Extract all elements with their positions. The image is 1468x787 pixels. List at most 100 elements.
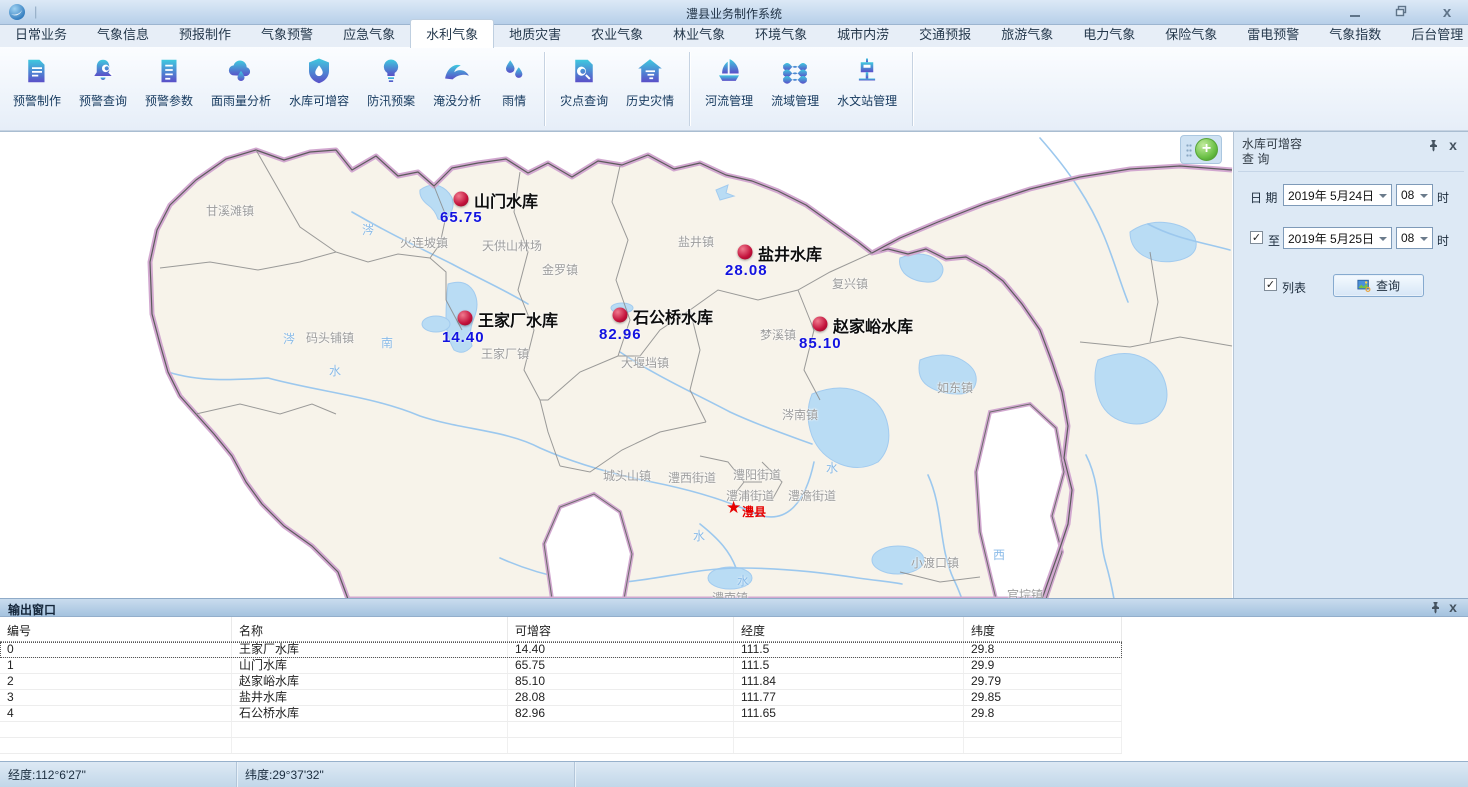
menu-item-13[interactable]: 旅游气象: [986, 20, 1068, 47]
menu-item-4[interactable]: 气象预警: [246, 20, 328, 47]
menu-item-6[interactable]: 水利气象: [410, 19, 494, 48]
toolbar-button-station[interactable]: 水文站管理: [828, 47, 906, 109]
menu-item-7[interactable]: 地质灾害: [494, 20, 576, 47]
output-table: 编号名称可增容经度纬度 0王家厂水库14.40111.529.81山门水库65.…: [0, 617, 1468, 759]
output-close-icon[interactable]: x: [1446, 601, 1460, 615]
toolbar-button-wave[interactable]: 淹没分析: [424, 47, 490, 109]
map-add-button[interactable]: +: [1195, 138, 1218, 161]
output-title-bar: 输出窗口 x: [0, 598, 1468, 617]
table-header-cell[interactable]: 纬度: [964, 617, 1122, 641]
table-cell: 85.10: [508, 674, 734, 689]
county-map: [0, 132, 1233, 598]
reservoir-marker[interactable]: [813, 317, 828, 332]
table-cell: [734, 722, 964, 737]
table-header-cell[interactable]: 编号: [0, 617, 232, 641]
menu-item-16[interactable]: 雷电预警: [1232, 20, 1314, 47]
toolbar-button-doc-search[interactable]: 灾点查询: [551, 47, 617, 109]
toolbar-button-label: 防汛预案: [367, 92, 415, 109]
table-header-cell[interactable]: 可增容: [508, 617, 734, 641]
menu-item-3[interactable]: 预报制作: [164, 20, 246, 47]
chevron-down-icon: [1420, 194, 1428, 202]
close-button[interactable]: x: [1436, 8, 1458, 18]
panel-close-icon[interactable]: x: [1446, 139, 1460, 153]
map-area[interactable]: + 甘溪滩镇火连坡镇天供山林场金罗镇盐井镇复兴镇码头铺镇王家厂镇梦溪镇大堰垱镇涔…: [0, 131, 1233, 598]
table-row-3[interactable]: 3盐井水库28.08111.7729.85: [0, 690, 1122, 706]
drops-icon: [499, 56, 529, 86]
toolbar-button-cloud-drop[interactable]: 面雨量分析: [202, 47, 280, 109]
menu-item-10[interactable]: 环境气象: [740, 20, 822, 47]
reservoir-marker[interactable]: [458, 311, 473, 326]
table-cell: [232, 738, 508, 753]
hour-to-combo[interactable]: 08: [1396, 227, 1433, 249]
query-button[interactable]: 查询: [1333, 274, 1424, 297]
river-label: 水: [737, 572, 749, 589]
reservoir-marker[interactable]: [738, 245, 753, 260]
date-from-combo[interactable]: 2019年 5月24日: [1283, 184, 1392, 206]
reservoir-marker[interactable]: [454, 192, 469, 207]
minimize-button[interactable]: [1344, 6, 1366, 20]
output-window: 输出窗口 x 编号名称可增容经度纬度 0王家厂水库14.40111.529.81…: [0, 598, 1468, 761]
table-cell: 111.5: [734, 642, 964, 657]
toolbar-button-house-storm[interactable]: 历史灾情: [617, 47, 683, 109]
table-cell: 14.40: [508, 642, 734, 657]
town-label: 火连坡镇: [400, 234, 448, 251]
table-cell: 111.77: [734, 690, 964, 705]
toolbar-button-bulb[interactable]: 防汛预案: [358, 47, 424, 109]
table-cell: [734, 738, 964, 753]
table-cell: 4: [0, 706, 232, 721]
river-label: 水: [826, 459, 838, 476]
menu-item-2[interactable]: 气象信息: [82, 20, 164, 47]
toolbar-button-doc-edit[interactable]: 预警制作: [4, 47, 70, 109]
drag-handle-icon[interactable]: [1186, 143, 1192, 157]
toolbar-separator: [689, 52, 690, 126]
table-header-cell[interactable]: 经度: [734, 617, 964, 641]
table-header-cell[interactable]: 名称: [232, 617, 508, 641]
table-header-row: 编号名称可增容经度纬度: [0, 617, 1122, 642]
menu-item-18[interactable]: 后台管理: [1396, 20, 1468, 47]
toolbar-button-label: 流域管理: [771, 92, 819, 109]
to-label: 至: [1268, 232, 1280, 249]
hour-from-combo[interactable]: 08: [1396, 184, 1433, 206]
toolbar-button-sailboat[interactable]: 河流管理: [696, 47, 762, 109]
toolbar-button-bell-search[interactable]: 预警查询: [70, 47, 136, 109]
status-longitude: 经度:112°6'27": [0, 762, 237, 787]
table-row-0[interactable]: 0王家厂水库14.40111.529.8: [0, 642, 1122, 658]
menu-item-9[interactable]: 林业气象: [658, 20, 740, 47]
menu-item-17[interactable]: 气象指数: [1314, 20, 1396, 47]
table-cell: [0, 722, 232, 737]
menu-item-1[interactable]: 日常业务: [0, 20, 82, 47]
list-checkbox[interactable]: ✓: [1264, 278, 1277, 291]
restore-button[interactable]: [1390, 5, 1412, 20]
menu-item-15[interactable]: 保险气象: [1150, 20, 1232, 47]
reservoir-value-label: 28.08: [725, 262, 768, 279]
reservoir-marker[interactable]: [613, 308, 628, 323]
output-pin-icon[interactable]: [1428, 601, 1442, 615]
toolbar-button-doc-lines[interactable]: 预警参数: [136, 47, 202, 109]
chevron-down-icon: [1420, 237, 1428, 245]
wave-icon: [442, 56, 472, 86]
table-cell: 82.96: [508, 706, 734, 721]
table-cell: [0, 738, 232, 753]
menu-item-14[interactable]: 电力气象: [1068, 20, 1150, 47]
toolbar-button-shield-drop[interactable]: 水库可增容: [280, 47, 358, 109]
table-row-1[interactable]: 1山门水库65.75111.529.9: [0, 658, 1122, 674]
menu-item-8[interactable]: 农业气象: [576, 20, 658, 47]
table-row-2[interactable]: 2赵家峪水库85.10111.8429.79: [0, 674, 1122, 690]
menu-item-11[interactable]: 城市内涝: [822, 20, 904, 47]
toolbar-separator: [544, 52, 545, 126]
table-row-4[interactable]: 4石公桥水库82.96111.6529.8: [0, 706, 1122, 722]
toolbar-button-label: 面雨量分析: [211, 92, 271, 109]
toolbar-button-drops[interactable]: 雨情: [490, 47, 538, 109]
river-label: 南: [381, 334, 393, 351]
date-to-combo[interactable]: 2019年 5月25日: [1283, 227, 1392, 249]
list-label: 列表: [1282, 279, 1306, 296]
menu-item-5[interactable]: 应急气象: [328, 20, 410, 47]
hour-unit-label-2: 时: [1437, 232, 1449, 249]
to-checkbox[interactable]: ✓: [1250, 231, 1263, 244]
table-cell: 盐井水库: [232, 690, 508, 705]
table-cell: 赵家峪水库: [232, 674, 508, 689]
menu-item-12[interactable]: 交通预报: [904, 20, 986, 47]
panel-pin-icon[interactable]: [1426, 139, 1440, 153]
toolbar-button-label: 水库可增容: [289, 92, 349, 109]
toolbar-button-waves[interactable]: 流域管理: [762, 47, 828, 109]
